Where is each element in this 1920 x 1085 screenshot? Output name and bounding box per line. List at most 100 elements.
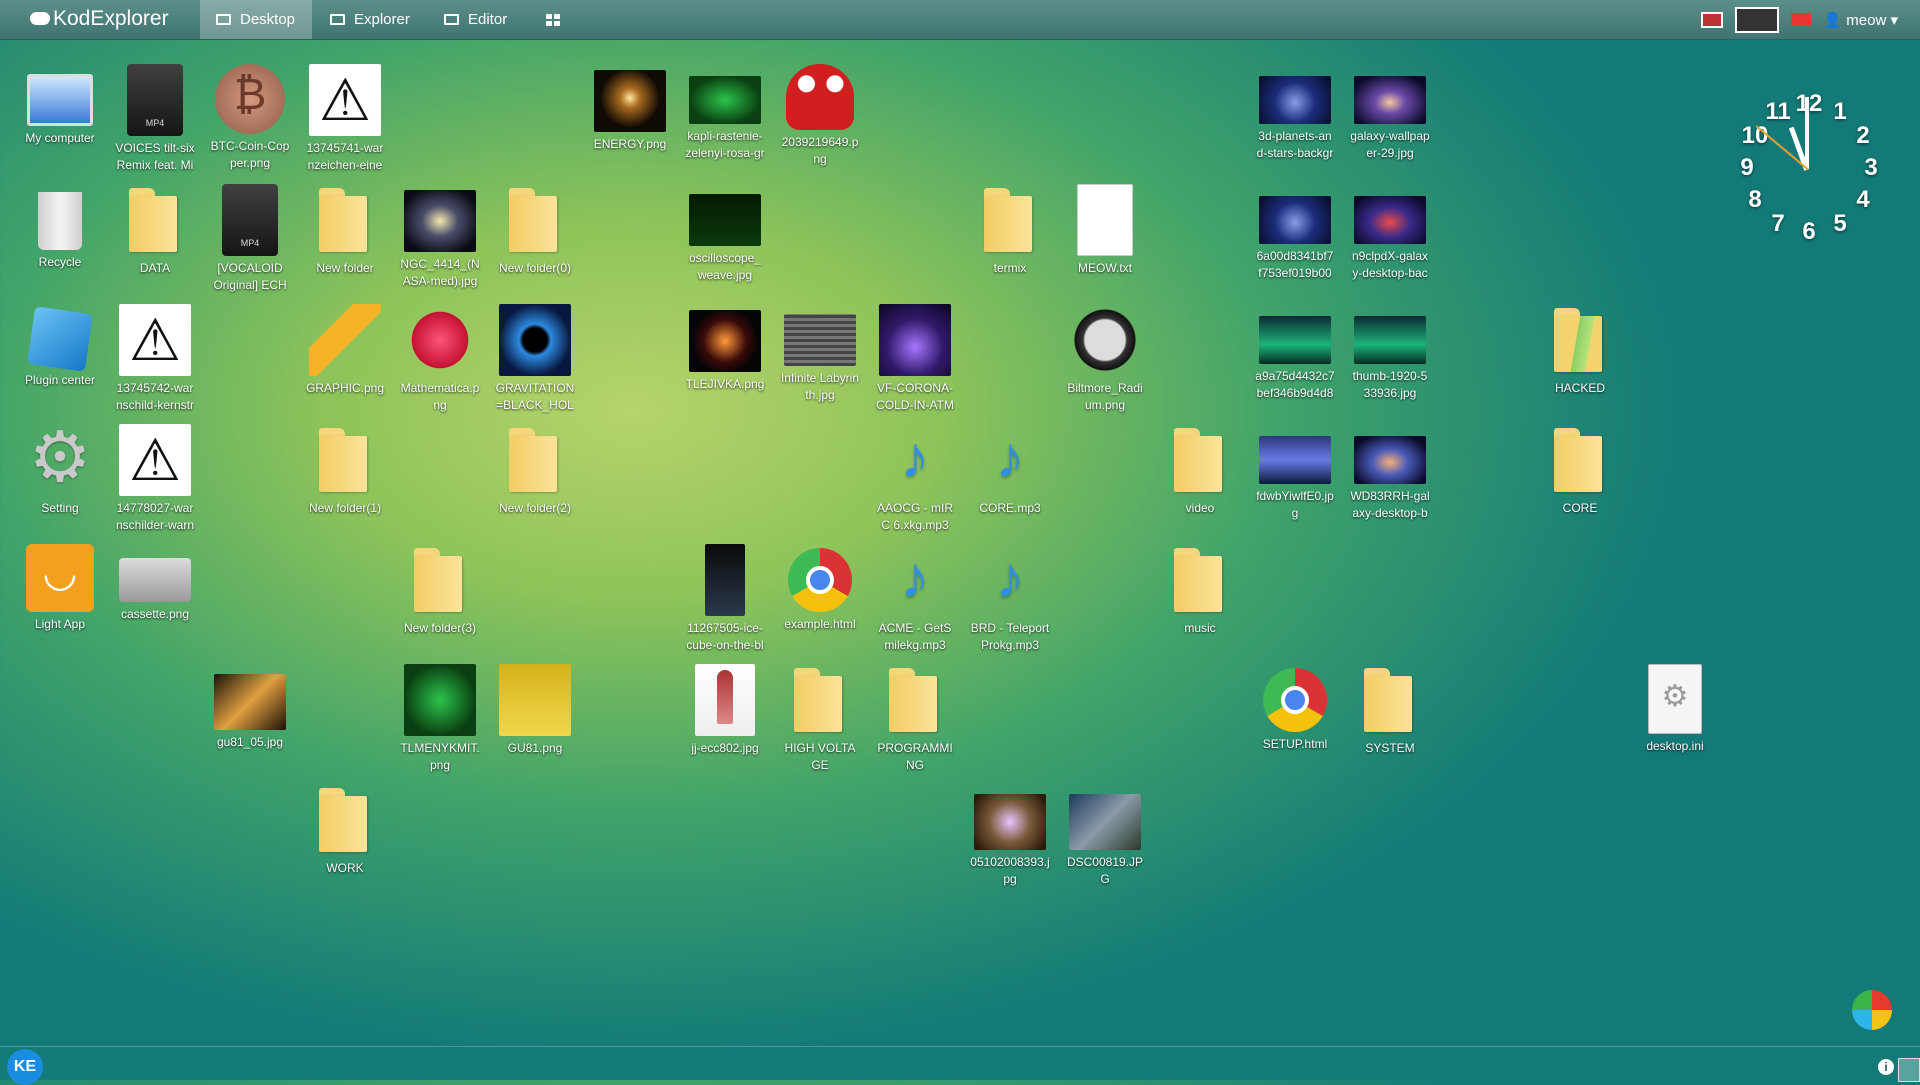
icon-label: SETUP.html [1262,737,1328,751]
ice-cube-thumbnail [705,544,745,616]
info-icon[interactable]: i [1878,1059,1894,1075]
tab-desktop-label: Desktop [240,11,296,28]
apps-grid-button[interactable] [530,0,580,39]
desktop-icon-file[interactable]: a9a75d4432c7 bef346b9d4d8 [1249,304,1341,402]
icon-label: a9a75d4432c7 bef346b9d4d8 [1255,369,1335,400]
desktop-icon-file[interactable]: 3d-planets-an d-stars-backgr [1249,64,1341,162]
tab-editor[interactable]: Editor [428,0,528,39]
desktop-icon-my-computer[interactable]: My computer [14,64,106,147]
icon-label: New folder(1) [308,501,382,515]
desktop-icon-file[interactable]: NGC_4414_(N ASA-med).jpg [394,184,486,290]
desktop-icon-folder[interactable]: DATA [109,184,201,277]
desktop-icon-folder[interactable]: video [1154,424,1246,517]
username: meow [1846,11,1887,29]
desktop-icon-folder[interactable]: termix [964,184,1056,277]
icon-label: thumb-1920-5 33936.jpg [1352,369,1428,400]
desktop-icon-file[interactable]: VOICES tilt-six Remix feat. Mi [109,64,201,174]
clock-number: 3 [1864,154,1878,181]
desktop-icon-file[interactable]: BRD - Teleport Prokg.mp3 [964,544,1056,654]
folder-icon [499,424,571,496]
show-desktop-button[interactable] [1898,1058,1920,1082]
desktop-icon-file[interactable]: galaxy-wallpap er-29.jpg [1344,64,1436,162]
desktop-icon-folder[interactable]: WORK [299,784,391,877]
desktop-icon-file[interactable]: WD83RRH-gal axy-desktop-b [1344,424,1436,522]
desktop-icon-folder[interactable]: HIGH VOLTA GE [774,664,866,774]
desktop-icon-folder[interactable]: New folder(1) [299,424,391,517]
desktop-icon-file[interactable]: VF-CORONA- COLD-IN-ATM [869,304,961,414]
desktop-icon-file[interactable]: 2039219649.p ng [774,64,866,168]
user-menu[interactable]: 👤 meow ▾ [1823,11,1898,29]
desktop-icon-setting[interactable]: Setting [14,416,106,517]
desktop-icon-file[interactable]: GU81.png [489,664,581,757]
desktop-icon-file[interactable]: CORE.mp3 [964,424,1056,517]
desktop-icon-file[interactable]: ENERGY.png [584,64,676,153]
right-tools: 👤 meow ▾ [1701,0,1920,39]
desktop-icon-folder[interactable]: SYSTEM [1344,664,1436,757]
desktop-icon-folder[interactable]: New folder(0) [489,184,581,277]
image-thumbnail [404,664,476,736]
desktop-icon-file[interactable]: Infinite Labyrin th.jpg [774,304,866,404]
desktop-icon-file[interactable]: [VOCALOID Original] ECH [204,184,296,294]
desktop-icon-file[interactable]: kapli-rastenie- zelenyi-rosa-gr [679,64,771,162]
desktop-icon-recycle[interactable]: Recycle [14,184,106,271]
desktop-icon-file[interactable]: DSC00819.JP G [1059,784,1151,888]
desktop-icon-folder[interactable]: New folder(3) [394,544,486,637]
clock-number: 11 [1765,98,1791,125]
desktop-icon-file[interactable]: SETUP.html [1249,664,1341,753]
desktop-icon-plugin-center[interactable]: Plugin center [14,304,106,389]
folder-icon [309,784,381,856]
desktop-icon-file[interactable]: fdwbYiwlfE0.jp g [1249,424,1341,522]
galaxy-thumbnail [1354,436,1426,484]
desktop-icon-folder[interactable]: music [1154,544,1246,637]
desktop-icon-file[interactable]: ACME - GetS milekg.mp3 [869,544,961,654]
icon-label: VOICES tilt-six Remix feat. Mi [115,141,195,172]
desktop-icon-file[interactable]: thumb-1920-5 33936.jpg [1344,304,1436,402]
desktop-icon-file[interactable]: jj-ecc802.jpg [679,664,771,757]
desktop-icon-file[interactable]: TLEJIVKA.png [679,304,771,393]
desktop-icon-folder[interactable]: CORE [1534,424,1626,517]
desktop-icon-file[interactable]: TLMENYKMIT. png [394,664,486,774]
app-logo[interactable]: KodExplorer [30,7,169,31]
icon-label: example.html [784,617,856,631]
desktop-icon-folder[interactable]: HACKED [1534,304,1626,397]
desktop-icon-file[interactable]: example.html [774,544,866,633]
tab-desktop[interactable]: Desktop [200,0,312,39]
icon-label: fdwbYiwlfE0.jp g [1256,489,1334,520]
desktop-icon-folder[interactable]: New folder(2) [489,424,581,517]
pinwheel-icon[interactable] [1852,990,1892,1030]
desktop-icon-file[interactable]: 6a00d8341bf7 f753ef019b00 [1249,184,1341,282]
desktop-icon-file[interactable]: oscilloscope_ weave.jpg [679,184,771,284]
mushroom-icon [786,64,854,130]
tab-explorer[interactable]: Explorer [314,0,426,39]
clock-widget[interactable]: 12 1 2 3 4 5 6 7 8 9 10 11 [1724,84,1894,254]
tab-explorer-label: Explorer [354,11,410,28]
desktop-icon-file[interactable]: 05102008393.j pg [964,784,1056,888]
language-flag-icon[interactable] [1791,13,1812,26]
icon-label: music [1184,621,1216,635]
desktop-icon-file[interactable]: 14778027-war nschilder-warn [109,424,201,534]
desktop-icon-file[interactable]: desktop.ini [1629,664,1721,755]
desktop-icon-file[interactable]: AAOCG - mIR C 6.xkg.mp3 [869,424,961,534]
icon-label: 13745742-war nschild-kernstr [115,381,195,412]
desktop-icon-file[interactable]: cassette.png [109,544,201,623]
desktop-icon-folder[interactable]: PROGRAMMI NG [869,664,961,774]
desktop-icon-file[interactable]: n9clpdX-galax y-desktop-bac [1344,184,1436,282]
mail-icon[interactable] [1735,6,1780,33]
desktop-icon-file[interactable]: MEOW.txt [1059,184,1151,277]
icon-label: GRAPHIC.png [305,381,385,395]
desktop-icon-file[interactable]: BTC-Coin-Cop per.png [204,64,296,172]
desktop-icon-light-app[interactable]: Light App [14,544,106,633]
desktop-icon-file[interactable]: Mathematica.p ng [394,304,486,414]
desktop-icon-file[interactable]: GRAPHIC.png [299,304,391,397]
icon-label: Biltmore_Radi um.png [1067,381,1143,412]
desktop-icon-file[interactable]: gu81_05.jpg [204,664,296,751]
desktop-icon-file[interactable]: Biltmore_Radi um.png [1059,304,1151,414]
desktop-icon-folder[interactable]: New folder [299,184,391,277]
desktop-icon-file[interactable]: 11267505-ice- cube-on-the-bl [679,544,771,654]
fullscreen-icon[interactable] [1701,11,1724,28]
desktop-icon-file[interactable]: 13745741-war nzeichen-eine [299,64,391,174]
text-file-icon [1077,184,1133,256]
desktop-icon-file[interactable]: 13745742-war nschild-kernstr [109,304,201,414]
desktop-icon-file[interactable]: GRAVITATION =BLACK_HOL [489,304,581,414]
icon-label: CORE [1562,501,1598,515]
